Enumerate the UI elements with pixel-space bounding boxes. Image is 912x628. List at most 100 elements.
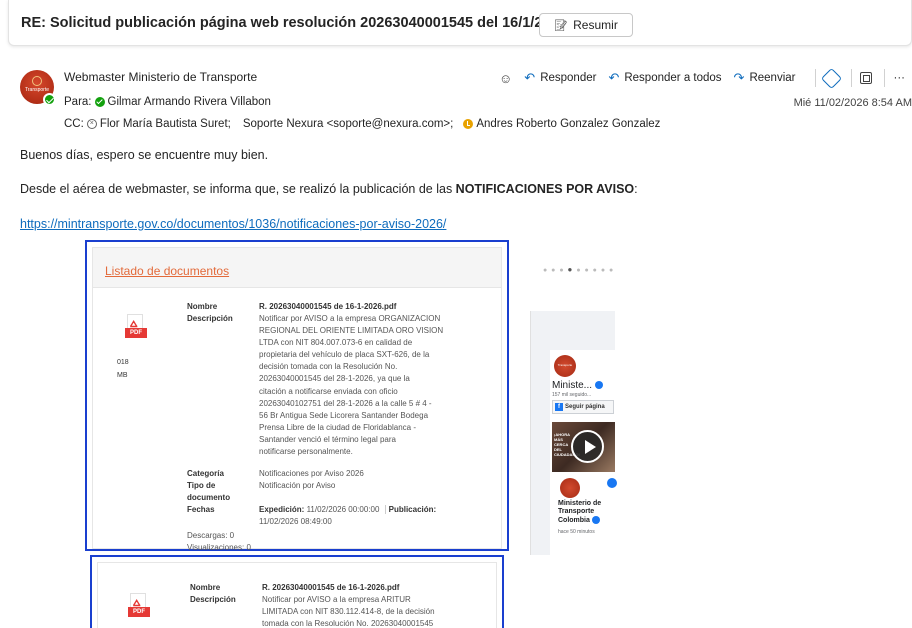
recipient-cc-2[interactable]: Soporte Nexura <soporte@nexura.com>; — [243, 118, 453, 130]
summarize-button[interactable]: 📝︎ Resumir — [539, 13, 633, 37]
pdf-file-icon: ⩟ PDF — [128, 593, 150, 619]
label-descripcion: Descripción — [187, 314, 233, 323]
reply-icon: ↶ — [524, 70, 536, 85]
file-size-value: 018 — [117, 359, 129, 366]
description-line: propietaria del vehículo de placa SXT-62… — [259, 350, 430, 360]
description-line: Santander venció el término legal para — [259, 434, 396, 444]
cc-line: CC: × Flor María Bautista Suret; Soporte… — [64, 118, 660, 130]
document-name[interactable]: R. 20263040001545 de 16-1-2026.pdf — [259, 301, 396, 313]
apps-button[interactable] — [860, 72, 873, 84]
divider — [384, 505, 386, 514]
play-icon[interactable] — [571, 430, 604, 463]
description-line: decisión tomada con la Resolución No. — [259, 362, 398, 372]
body-text: Desde el aérea de webmaster, se informa … — [20, 182, 456, 196]
facebook-post-avatar — [560, 478, 580, 498]
summarize-label: Resumir — [573, 18, 618, 32]
divider — [884, 69, 886, 87]
carousel-indicator[interactable]: ● ● ● ● ● ● ● ● ● — [543, 265, 614, 274]
reply-label: Responder — [540, 72, 597, 84]
facebook-badge-icon — [607, 478, 617, 488]
description-line: tomada con la Resolución No. 20263040001… — [262, 619, 434, 628]
document-dates: Expedición: 11/02/2026 00:00:00 Publicac… — [259, 504, 436, 516]
divider — [851, 69, 853, 87]
document-name[interactable]: R. 20263040001545 de 16-1-2026.pdf — [262, 582, 399, 594]
document-description: Notificar por AVISO a la empresa ARITUR … — [262, 594, 435, 628]
sent-date: Mié 11/02/2026 8:54 AM — [793, 97, 912, 109]
presence-offline-icon: × — [86, 119, 97, 129]
page-name-text: Ministe... — [552, 380, 593, 391]
facebook-post-time: hace 50 minutos — [558, 529, 595, 535]
smiley-icon: ☺ — [499, 70, 513, 86]
forward-button[interactable]: ↷ Reenviar — [734, 70, 796, 86]
facebook-icon: f — [555, 403, 563, 411]
label-fechas: Fechas — [187, 505, 215, 514]
loop-icon — [821, 67, 843, 89]
body-link[interactable]: https://mintransporte.gov.co/documentos/… — [20, 217, 446, 231]
facebook-post-author[interactable]: Ministerio de Transporte Colombia — [558, 500, 614, 525]
publication-label: Publicación: — [388, 505, 437, 514]
description-line: 56 Br Antigua Sede Licorera Santander Bo… — [259, 410, 429, 420]
description-line: Notificar por AVISO a la empresa ARITUR — [262, 595, 411, 604]
reply-button[interactable]: ↶ Responder — [524, 70, 596, 86]
message-actions: ☺ ↶ Responder ↶ Responder a todos ↷ Reen… — [499, 67, 912, 89]
body-bold-text: NOTIFICACIONES POR AVISO — [455, 182, 635, 196]
pdf-tag: PDF — [128, 607, 150, 617]
facebook-followers: 157 mil seguido... — [552, 392, 592, 398]
views-count: Visualizaciones: 0 — [187, 543, 251, 552]
label-nombre: Nombre — [190, 583, 221, 592]
summary-icon: 📝︎ — [554, 19, 569, 32]
downloads-count: Descargas: 0 — [187, 531, 235, 540]
document-type: Notificación por Aviso — [259, 481, 336, 490]
embedded-screenshot[interactable]: ⩟ PDF Nombre Descripción R. 202630400015… — [90, 555, 504, 628]
publication-date: 11/02/2026 08:49:00 — [259, 517, 332, 526]
recipient-cc-3[interactable]: Andres Roberto Gonzalez Gonzalez — [476, 118, 660, 130]
document-list-header: Listado de documentos — [93, 248, 501, 288]
document-category: Notificaciones por Aviso 2026 — [259, 469, 364, 478]
reaction-button[interactable]: ☺ — [499, 71, 512, 86]
description-line: LIMITADA con NIT 830.112.414-8, de la de… — [262, 607, 435, 617]
description-line: notificarse personalmente. — [259, 447, 353, 457]
description-line: Prensa Libre de la ciudad de Floridablan… — [259, 422, 416, 432]
body-greeting: Buenos días, espero se encuentre muy bie… — [20, 148, 269, 162]
description-line: 20263040001545 del 28-1-2026, ya que la — [259, 374, 410, 384]
reply-all-label: Responder a todos — [624, 72, 722, 84]
presence-available-icon — [43, 93, 56, 106]
presence-available-icon — [94, 97, 105, 107]
facebook-page-logo: Transporte — [554, 355, 576, 377]
description-line: Notificar por AVISO a la empresa ORGANIZ… — [259, 314, 441, 323]
logo-label: Transporte — [557, 363, 573, 367]
subject-bar: RE: Solicitud publicación página web res… — [8, 0, 912, 46]
facebook-page-name[interactable]: Ministe... — [552, 380, 603, 391]
file-size-unit: MB — [117, 372, 128, 379]
body-paragraph: Desde el aérea de webmaster, se informa … — [20, 182, 638, 196]
more-actions-button[interactable]: ··· — [893, 72, 905, 84]
forward-label: Reenviar — [749, 72, 796, 84]
embedded-screenshot[interactable]: Listado de documentos ⩟ PDF 018 MB Nombr… — [85, 240, 509, 552]
document-list-title: Listado de documentos — [105, 264, 230, 278]
seal-icon — [32, 76, 42, 86]
description-line: citación a notificarse enviada con ofici… — [259, 386, 398, 396]
loop-button[interactable] — [821, 67, 843, 89]
more-icon: ··· — [893, 72, 905, 84]
presence-away-icon — [463, 119, 474, 129]
follow-page-button[interactable]: f Seguir página — [552, 400, 614, 414]
divider — [815, 69, 817, 87]
verified-icon — [594, 381, 603, 390]
apps-icon — [860, 72, 873, 84]
sender-name[interactable]: Webmaster Ministerio de Transporte — [64, 70, 257, 84]
recipient-to[interactable]: Gilmar Armando Rivera Villabon — [108, 96, 271, 108]
recipient-cc-1[interactable]: Flor María Bautista Suret; — [100, 118, 231, 130]
reply-all-button[interactable]: ↶ Responder a todos — [608, 70, 721, 86]
facebook-video-thumbnail[interactable]: ¡AHORA MÁS CERCA DEL CIUDADANO! — [552, 422, 615, 472]
document-description: Notificar por AVISO a la empresa ORGANIZ… — [259, 313, 443, 458]
video-caption: ¡AHORA MÁS CERCA DEL CIUDADANO! — [554, 432, 580, 457]
label-nombre: Nombre — [187, 302, 218, 311]
expedition-label: Expedición: — [259, 505, 305, 514]
label-categoria: Categoría — [187, 469, 224, 478]
to-prefix: Para: — [64, 96, 92, 108]
label-descripcion: Descripción — [190, 595, 236, 604]
expedition-date: 11/02/2026 00:00:00 — [306, 505, 380, 514]
label-tipo: Tipo de — [187, 481, 216, 490]
description-line: 20263040102751 del 28-1-2026 a la calle … — [259, 398, 432, 408]
verified-icon — [591, 516, 600, 524]
